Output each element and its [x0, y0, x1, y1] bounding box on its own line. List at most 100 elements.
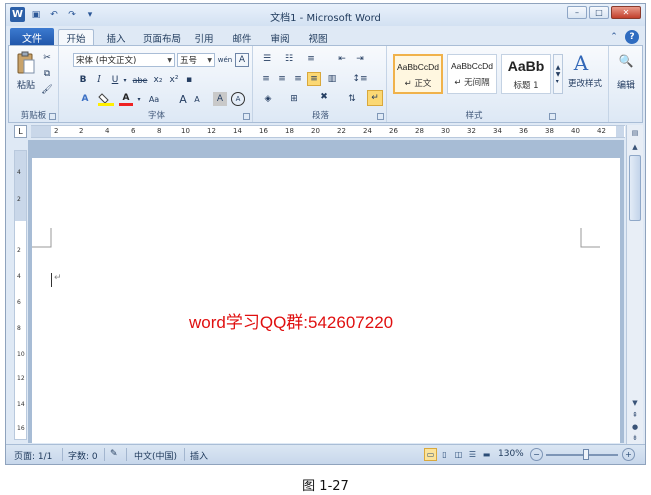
zoom-level[interactable]: 130% [498, 449, 524, 459]
borders-button[interactable]: ⊞ [285, 92, 303, 106]
underline-dropdown-icon[interactable]: ▾ [121, 73, 129, 87]
group-paragraph-label: 段落 [311, 111, 329, 121]
paragraph-launcher-icon[interactable] [377, 113, 384, 120]
tab-references[interactable]: 引用 [190, 29, 218, 46]
style-no-spacing[interactable]: AaBbCcDd ↵ 无间隔 [447, 54, 497, 94]
close-button[interactable]: ✕ [611, 6, 641, 19]
tab-mailings[interactable]: 邮件 [228, 29, 256, 46]
ruler-tick: 40 [571, 127, 580, 135]
status-page[interactable]: 页面: 1/1 [14, 449, 52, 462]
zoom-slider-knob[interactable] [582, 449, 589, 460]
bullets-button[interactable]: ☰ [259, 52, 275, 66]
phonetic-guide-icon[interactable]: wén [218, 53, 232, 67]
align-right-button[interactable]: ≡ [291, 72, 305, 86]
zoom-out-button[interactable]: − [530, 448, 543, 461]
paste-label[interactable]: 粘贴 [13, 78, 39, 91]
status-insert-mode[interactable]: 插入 [190, 449, 208, 462]
status-words[interactable]: 字数: 0 [68, 449, 98, 462]
font-size-dropdown-icon[interactable]: ▼ [207, 57, 212, 64]
find-icon[interactable]: 🔍 [617, 52, 635, 70]
decrease-indent-button[interactable]: ⇤ [335, 52, 349, 66]
char-shading-button[interactable]: A [213, 92, 227, 106]
format-painter-icon[interactable]: 🖌 [41, 84, 53, 96]
increase-indent-button[interactable]: ⇥ [353, 52, 367, 66]
tab-page-layout[interactable]: 页面布局 [136, 29, 188, 46]
style-no-spacing-sample: AaBbCcDd [450, 61, 494, 71]
status-language[interactable]: 中文(中国) [134, 449, 177, 462]
shading-button[interactable]: ◈ [259, 92, 277, 106]
next-page-icon[interactable]: ⇟ [628, 432, 642, 444]
vertical-scrollbar[interactable]: ▤ ▲ ▼ ⇞ ● ⇟ [626, 125, 643, 444]
distributed-button[interactable]: ▥ [325, 72, 339, 86]
scroll-up-icon[interactable]: ▲ [628, 141, 642, 153]
change-case-button[interactable]: Aa [145, 92, 163, 106]
editing-label[interactable]: 编辑 [611, 78, 641, 91]
strikethrough-button[interactable]: abe [131, 73, 149, 87]
change-styles-label[interactable]: 更改样式 [563, 77, 607, 89]
grow-font-button[interactable]: A [177, 92, 189, 106]
tab-home[interactable]: 开始 [58, 29, 94, 46]
web-layout-icon[interactable]: ◫ [452, 448, 465, 461]
print-layout-view-icon[interactable]: ▭ [424, 448, 437, 461]
scroll-thumb[interactable] [629, 155, 641, 221]
copy-icon[interactable]: ⧉ [41, 68, 53, 80]
multilevel-list-button[interactable]: ≡ [303, 52, 319, 66]
help-icon[interactable]: ? [625, 30, 639, 44]
crop-mark-top-left [32, 228, 52, 248]
proofing-icon[interactable]: ✎ [110, 449, 118, 459]
line-spacing-button[interactable]: ↕≡ [351, 72, 369, 86]
char-border-icon[interactable]: A [235, 53, 249, 67]
subscript-button[interactable]: x₂ [151, 73, 165, 87]
minimize-ribbon-icon[interactable]: ⌃ [607, 30, 621, 44]
show-marks-button[interactable]: ↵ [367, 90, 383, 106]
prev-page-icon[interactable]: ⇞ [628, 409, 642, 421]
style-heading1[interactable]: AaBb 标题 1 [501, 54, 551, 94]
justify-button[interactable]: ≡ [307, 72, 321, 86]
minimize-button[interactable]: – [567, 6, 587, 19]
document-page[interactable]: ↵ word学习QQ群:542607220 [32, 158, 620, 443]
superscript-button[interactable]: x² [167, 73, 181, 87]
clipboard-launcher-icon[interactable] [49, 113, 56, 120]
tab-selector[interactable]: L [14, 125, 27, 138]
change-styles-icon[interactable]: A [569, 51, 593, 75]
maximize-button[interactable]: □ [589, 6, 609, 19]
ruler-toggle-icon[interactable]: ▤ [628, 127, 642, 139]
font-color-button[interactable]: A [119, 92, 133, 106]
vertical-ruler[interactable]: 4 2 2 4 6 8 10 12 14 16 [14, 150, 27, 440]
paste-icon[interactable] [15, 50, 37, 76]
horizontal-ruler[interactable]: 2 2 4 6 8 10 12 14 16 18 20 22 24 26 28 … [31, 125, 625, 138]
font-name-dropdown-icon[interactable]: ▼ [167, 57, 172, 64]
font-size-combo[interactable]: 五号 ▼ [177, 53, 215, 67]
tab-insert[interactable]: 插入 [98, 29, 134, 46]
highlight-color-button[interactable] [97, 92, 115, 106]
draft-view-icon[interactable]: ▬ [480, 448, 493, 461]
font-name-combo[interactable]: 宋体 (中文正文) ▼ [73, 53, 175, 67]
outline-view-icon[interactable]: ☰ [466, 448, 479, 461]
full-screen-reading-icon[interactable]: ▯ [438, 448, 451, 461]
numbering-button[interactable]: ☷ [281, 52, 297, 66]
italic-button[interactable]: I [93, 73, 105, 87]
font-launcher-icon[interactable] [243, 113, 250, 120]
text-effect-button[interactable]: A [77, 92, 93, 106]
bold-button[interactable]: B [77, 73, 89, 87]
style-normal[interactable]: AaBbCcDd ↵ 正文 [393, 54, 443, 94]
chinese-layout-button[interactable]: ✖ [315, 90, 333, 104]
text-effects-icon[interactable]: ▪ [183, 73, 195, 87]
underline-button[interactable]: U [109, 73, 121, 87]
font-color-dropdown-icon[interactable]: ▾ [135, 92, 143, 106]
styles-launcher-icon[interactable] [549, 113, 556, 120]
tab-review[interactable]: 审阅 [266, 29, 294, 46]
document-text[interactable]: word学习QQ群:542607220 [189, 308, 393, 333]
scroll-down-icon[interactable]: ▼ [628, 397, 642, 409]
tab-file[interactable]: 文件 [10, 28, 54, 46]
vruler-tick: 4 [17, 169, 21, 176]
zoom-in-button[interactable]: + [622, 448, 635, 461]
align-center-button[interactable]: ≡ [275, 72, 289, 86]
shrink-font-button[interactable]: A [191, 92, 203, 106]
align-left-button[interactable]: ≡ [259, 72, 273, 86]
enclose-char-button[interactable]: A [231, 92, 245, 106]
tab-view[interactable]: 视图 [304, 29, 332, 46]
cut-icon[interactable]: ✂ [41, 52, 53, 64]
sort-button[interactable]: ⇅ [345, 92, 359, 106]
styles-scroll-icon[interactable]: ▲ ▼ ▾ [553, 54, 563, 94]
